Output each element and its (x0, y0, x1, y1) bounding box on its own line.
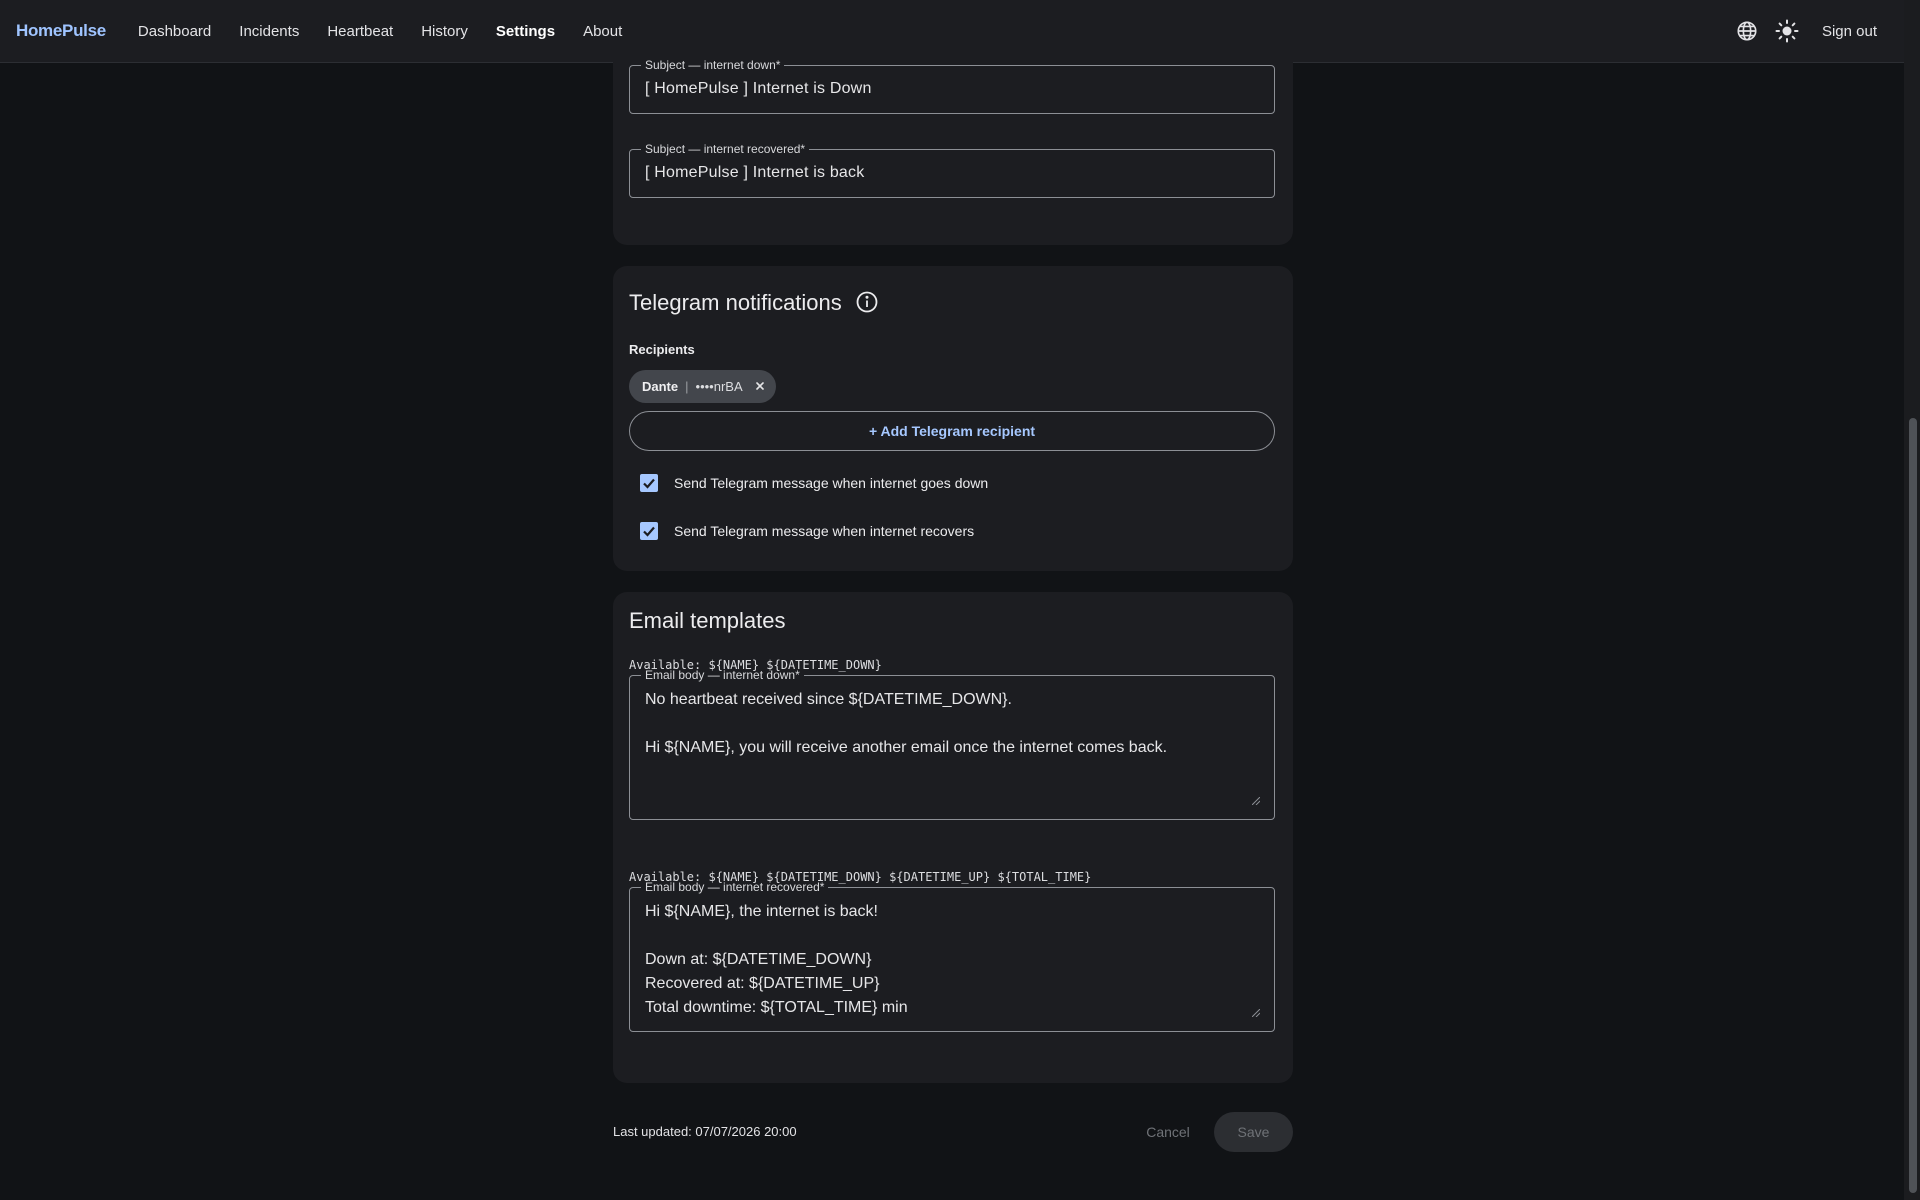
recipient-chip[interactable]: Dante | ••••nrBA (629, 370, 776, 403)
subject-down-value[interactable]: [ HomePulse ] Internet is Down (645, 80, 1259, 98)
last-updated-text: Last updated: 07/07/2026 20:00 (613, 1124, 797, 1139)
templates-title: Email templates (629, 608, 786, 633)
telegram-recover-option[interactable]: Send Telegram message when internet reco… (640, 522, 974, 540)
cancel-button[interactable]: Cancel (1130, 1112, 1206, 1152)
email-body-recovered-value[interactable]: Hi ${NAME}, the internet is back! Down a… (645, 900, 1259, 1020)
subject-down-field[interactable]: Subject — internet down* [ HomePulse ] I… (629, 58, 1275, 114)
telegram-recover-label[interactable]: Send Telegram message when internet reco… (674, 523, 974, 539)
telegram-notifications-card: Telegram notifications Recipients Dante … (613, 266, 1293, 571)
nav-item-about[interactable]: About (569, 23, 636, 40)
globe-icon[interactable] (1734, 18, 1760, 44)
nav-item-dashboard[interactable]: Dashboard (124, 23, 225, 40)
telegram-down-label[interactable]: Send Telegram message when internet goes… (674, 475, 988, 491)
page-scrollbar[interactable] (1904, 0, 1920, 1200)
email-body-down-value[interactable]: No heartbeat received since ${DATETIME_D… (645, 688, 1259, 760)
recipient-token: ••••nrBA (695, 379, 743, 394)
recipients-label: Recipients (629, 342, 695, 357)
telegram-down-option[interactable]: Send Telegram message when internet goes… (640, 474, 988, 492)
top-actions: Sign out (1734, 18, 1877, 44)
subject-recovered-value[interactable]: [ HomePulse ] Internet is back (645, 164, 1259, 182)
subject-recovered-field[interactable]: Subject — internet recovered* [ HomePuls… (629, 142, 1275, 198)
check-icon (643, 526, 655, 537)
recipient-name: Dante (642, 379, 679, 394)
nav-item-incidents[interactable]: Incidents (225, 23, 313, 40)
info-icon[interactable] (855, 290, 879, 319)
telegram-recover-checkbox[interactable] (640, 522, 658, 540)
close-icon[interactable] (752, 378, 768, 394)
telegram-down-checkbox[interactable] (640, 474, 658, 492)
email-body-down-label: Email body — internet down* (645, 668, 800, 682)
main-nav: Dashboard Incidents Heartbeat History Se… (124, 23, 636, 40)
email-body-down-field[interactable]: Email body — internet down* No heartbeat… (629, 668, 1275, 820)
telegram-title: Telegram notifications (629, 290, 842, 315)
nav-item-settings[interactable]: Settings (482, 23, 569, 40)
email-templates-card: Email templates Available: ${NAME} ${DAT… (613, 592, 1293, 1083)
check-icon (643, 478, 655, 489)
subject-recovered-label: Subject — internet recovered* (645, 142, 806, 156)
brand-logo[interactable]: HomePulse (16, 21, 106, 41)
scrollbar-thumb[interactable] (1909, 418, 1917, 1193)
sun-icon[interactable] (1774, 18, 1800, 44)
nav-item-heartbeat[interactable]: Heartbeat (313, 23, 407, 40)
email-body-recovered-label: Email body — internet recovered* (645, 880, 825, 894)
sign-out-button[interactable]: Sign out (1822, 23, 1877, 40)
subject-down-label: Subject — internet down* (645, 58, 781, 72)
resize-handle[interactable] (1252, 797, 1260, 805)
save-button[interactable]: Save (1214, 1112, 1293, 1152)
resize-handle[interactable] (1252, 1009, 1260, 1017)
email-subjects-card: Subject — internet down* [ HomePulse ] I… (613, 52, 1293, 245)
email-body-recovered-field[interactable]: Email body — internet recovered* Hi ${NA… (629, 880, 1275, 1032)
recipient-separator: | (685, 379, 689, 394)
nav-item-history[interactable]: History (407, 23, 482, 40)
add-telegram-recipient-button[interactable]: + Add Telegram recipient (629, 411, 1275, 451)
